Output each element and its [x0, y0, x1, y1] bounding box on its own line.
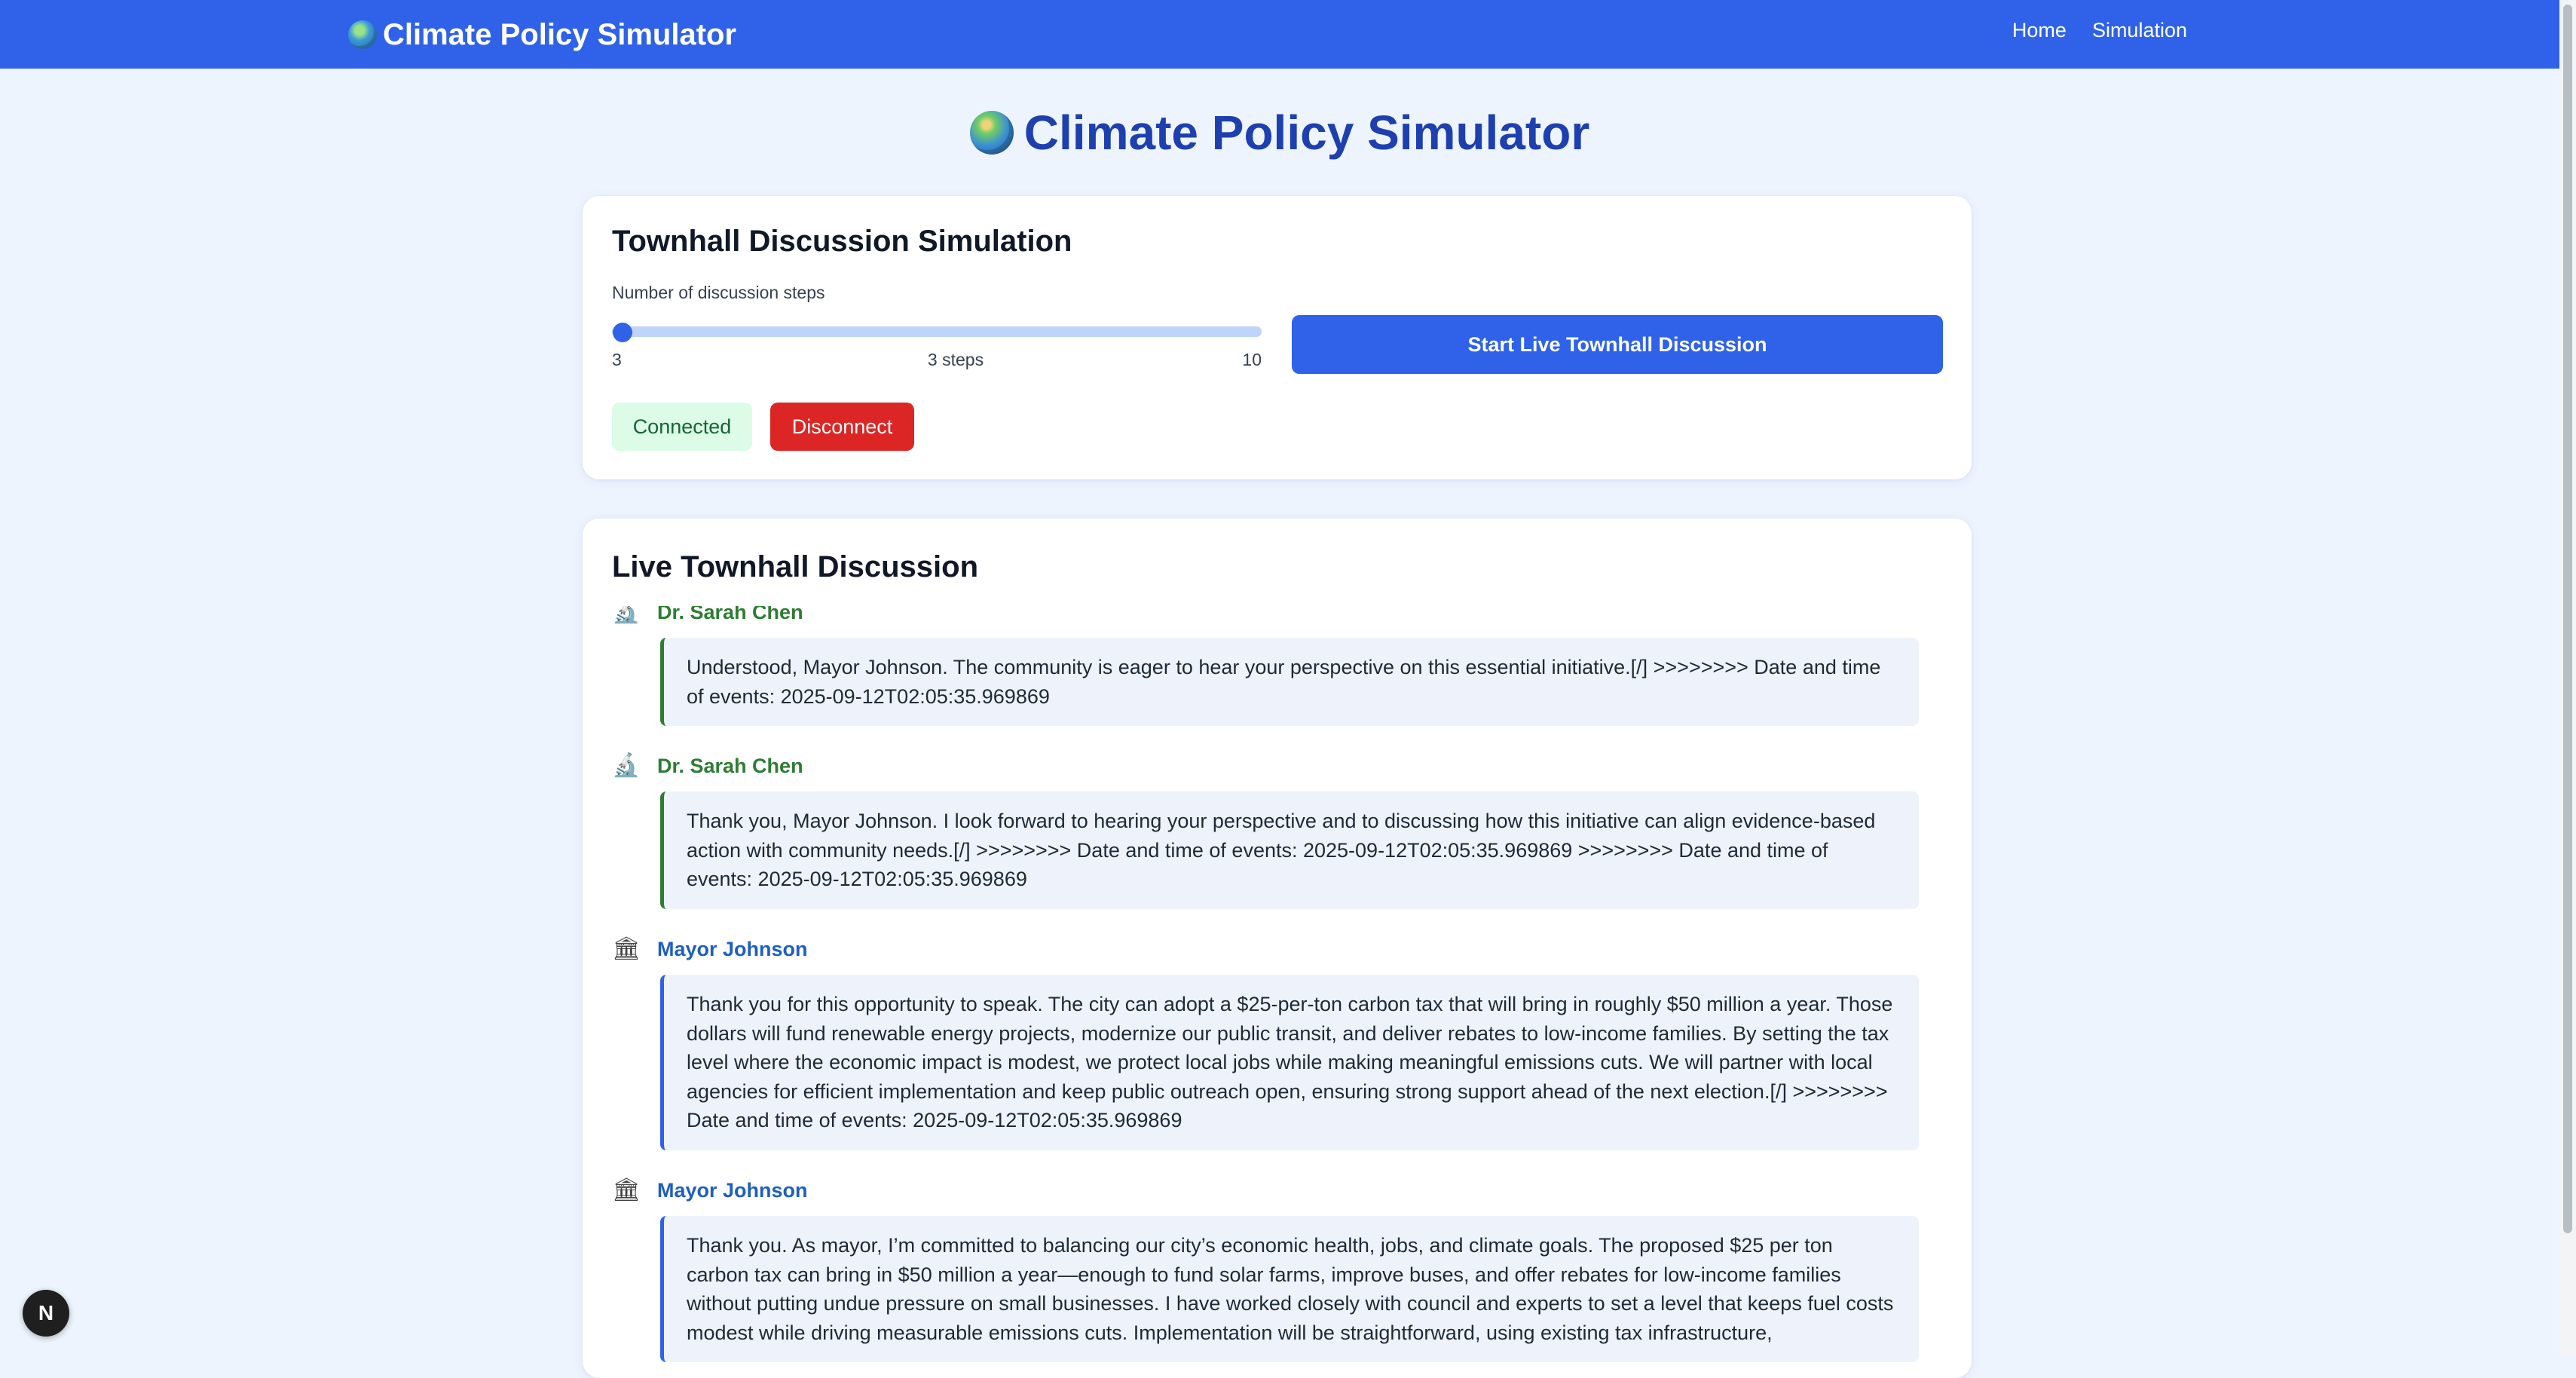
classical-building-icon: 🏛	[612, 1177, 641, 1202]
speaker-name: Mayor Johnson	[657, 937, 808, 960]
nav-links: Home Simulation	[2012, 15, 2187, 45]
live-discussion-card: Live Townhall Discussion 🔬 Dr. Sarah Che…	[583, 519, 1972, 1378]
microscope-icon: 🔬	[612, 753, 641, 778]
simulation-controls-card: Townhall Discussion Simulation Number of…	[583, 196, 1972, 479]
classical-building-icon: 🏛	[612, 936, 641, 961]
steps-slider[interactable]	[612, 326, 1262, 337]
discussion-heading: Live Townhall Discussion	[612, 550, 979, 583]
message-list[interactable]: 🔬 Dr. Sarah Chen Understood, Mayor Johns…	[612, 606, 1943, 1378]
message-header: 🏛 Mayor Johnson	[612, 934, 808, 964]
page-scrollbar[interactable]	[2559, 0, 2576, 1355]
page-title-text: Climate Policy Simulator	[1023, 106, 1590, 160]
connection-status-badge: Connected	[612, 403, 752, 451]
disconnect-button[interactable]: Disconnect	[770, 403, 914, 451]
brand-link[interactable]: Climate Policy Simulator	[348, 14, 736, 56]
start-discussion-button[interactable]: Start Live Townhall Discussion	[1292, 315, 1943, 374]
message-bubble: Thank you for this opportunity to speak.…	[660, 975, 1919, 1150]
message-bubble: Thank you. As mayor, I’m committed to ba…	[660, 1216, 1919, 1362]
nav-link-simulation[interactable]: Simulation	[2092, 15, 2187, 45]
globe-icon	[969, 111, 1014, 155]
message-header: 🔬 Dr. Sarah Chen	[612, 751, 803, 781]
microscope-icon: 🔬	[612, 606, 641, 624]
message-bubble: Understood, Mayor Johnson. The community…	[660, 638, 1919, 726]
dev-tools-badge[interactable]: N	[23, 1290, 69, 1337]
message-header: 🏛 Mayor Johnson	[612, 1175, 808, 1205]
speaker-name: Dr. Sarah Chen	[657, 754, 803, 777]
brand-title: Climate Policy Simulator	[383, 17, 737, 51]
message-header: 🔬 Dr. Sarah Chen	[612, 606, 803, 627]
controls-heading: Townhall Discussion Simulation	[612, 225, 1072, 258]
globe-icon	[348, 20, 377, 49]
speaker-name: Dr. Sarah Chen	[657, 606, 803, 623]
steps-slider-thumb[interactable]	[613, 323, 632, 342]
slider-max-label: 10	[1242, 350, 1262, 369]
page-title: Climate Policy Simulator	[0, 103, 2559, 163]
slider-value-label: 3 steps	[927, 350, 984, 369]
message-bubble: Thank you, Mayor Johnson. I look forward…	[660, 792, 1919, 909]
top-navbar: Climate Policy Simulator Home Simulation	[0, 0, 2559, 69]
page-scroll-thumb[interactable]	[2563, 5, 2572, 1233]
speaker-name: Mayor Johnson	[657, 1178, 808, 1202]
nav-link-home[interactable]: Home	[2012, 15, 2067, 45]
steps-label: Number of discussion steps	[612, 283, 825, 302]
slider-min-label: 3	[612, 350, 622, 369]
